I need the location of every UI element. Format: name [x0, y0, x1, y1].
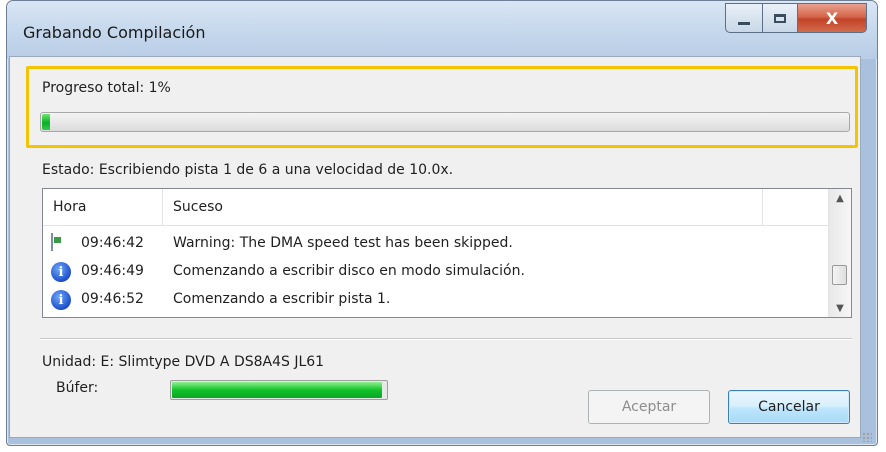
log-row[interactable]: 09:46:42 Warning: The DMA speed test has… [43, 229, 829, 257]
total-progress-label: Progreso total: 1% [42, 80, 171, 96]
log-scrollbar[interactable]: ▲ ▼ [828, 189, 851, 317]
buffer-bar [170, 380, 388, 400]
minimize-button[interactable] [725, 3, 763, 33]
log-event: Comenzando a escribir pista 1. [173, 291, 391, 307]
log-header: Hora Suceso [43, 189, 829, 226]
minimize-icon [738, 21, 750, 25]
log-time: 09:46:49 [81, 263, 144, 279]
buffer-fill [172, 382, 382, 398]
section-divider [40, 338, 852, 340]
device-label: Unidad: E: Slimtype DVD A DS8A4S JL61 [42, 354, 325, 370]
maximize-button[interactable] [762, 3, 798, 33]
window-title: Grabando Compilación [23, 23, 206, 42]
scroll-down-arrow-icon[interactable]: ▼ [829, 299, 851, 317]
log-event: Comenzando a escribir disco en modo simu… [173, 263, 525, 279]
log-row[interactable]: i 09:46:52 Comenzando a escribir pista 1… [43, 285, 829, 313]
close-button[interactable]: X [797, 3, 867, 33]
log-time: 09:46:52 [81, 291, 144, 307]
log-event: Warning: The DMA speed test has been ski… [173, 235, 513, 251]
info-icon: i [51, 290, 71, 310]
scroll-up-arrow-icon[interactable]: ▲ [829, 189, 851, 207]
close-icon: X [825, 8, 839, 28]
log-row[interactable]: i 09:46:49 Comenzando a escribir disco e… [43, 257, 829, 285]
column-header-time[interactable]: Hora [43, 189, 163, 225]
maximize-icon [774, 13, 786, 23]
progress-highlight-frame [26, 66, 858, 148]
info-icon: i [51, 262, 71, 282]
event-log-list[interactable]: Hora Suceso 09:46:42 Warning: The DMA sp… [42, 188, 852, 318]
scroll-thumb[interactable] [832, 265, 847, 285]
title-bar[interactable]: Grabando Compilación X [7, 1, 877, 59]
buffer-label: Búfer: [56, 380, 99, 396]
cancel-button[interactable]: Cancelar [728, 390, 850, 424]
total-progress-bar [40, 112, 850, 132]
warning-window-icon [51, 233, 53, 251]
log-time: 09:46:42 [81, 235, 144, 251]
total-progress-fill [42, 114, 50, 130]
column-header-event[interactable]: Suceso [163, 189, 763, 225]
status-text: Estado: Escribiendo pista 1 de 6 a una v… [42, 162, 454, 178]
resize-grip-icon[interactable] [862, 432, 872, 442]
accept-button[interactable]: Aceptar [588, 390, 710, 424]
